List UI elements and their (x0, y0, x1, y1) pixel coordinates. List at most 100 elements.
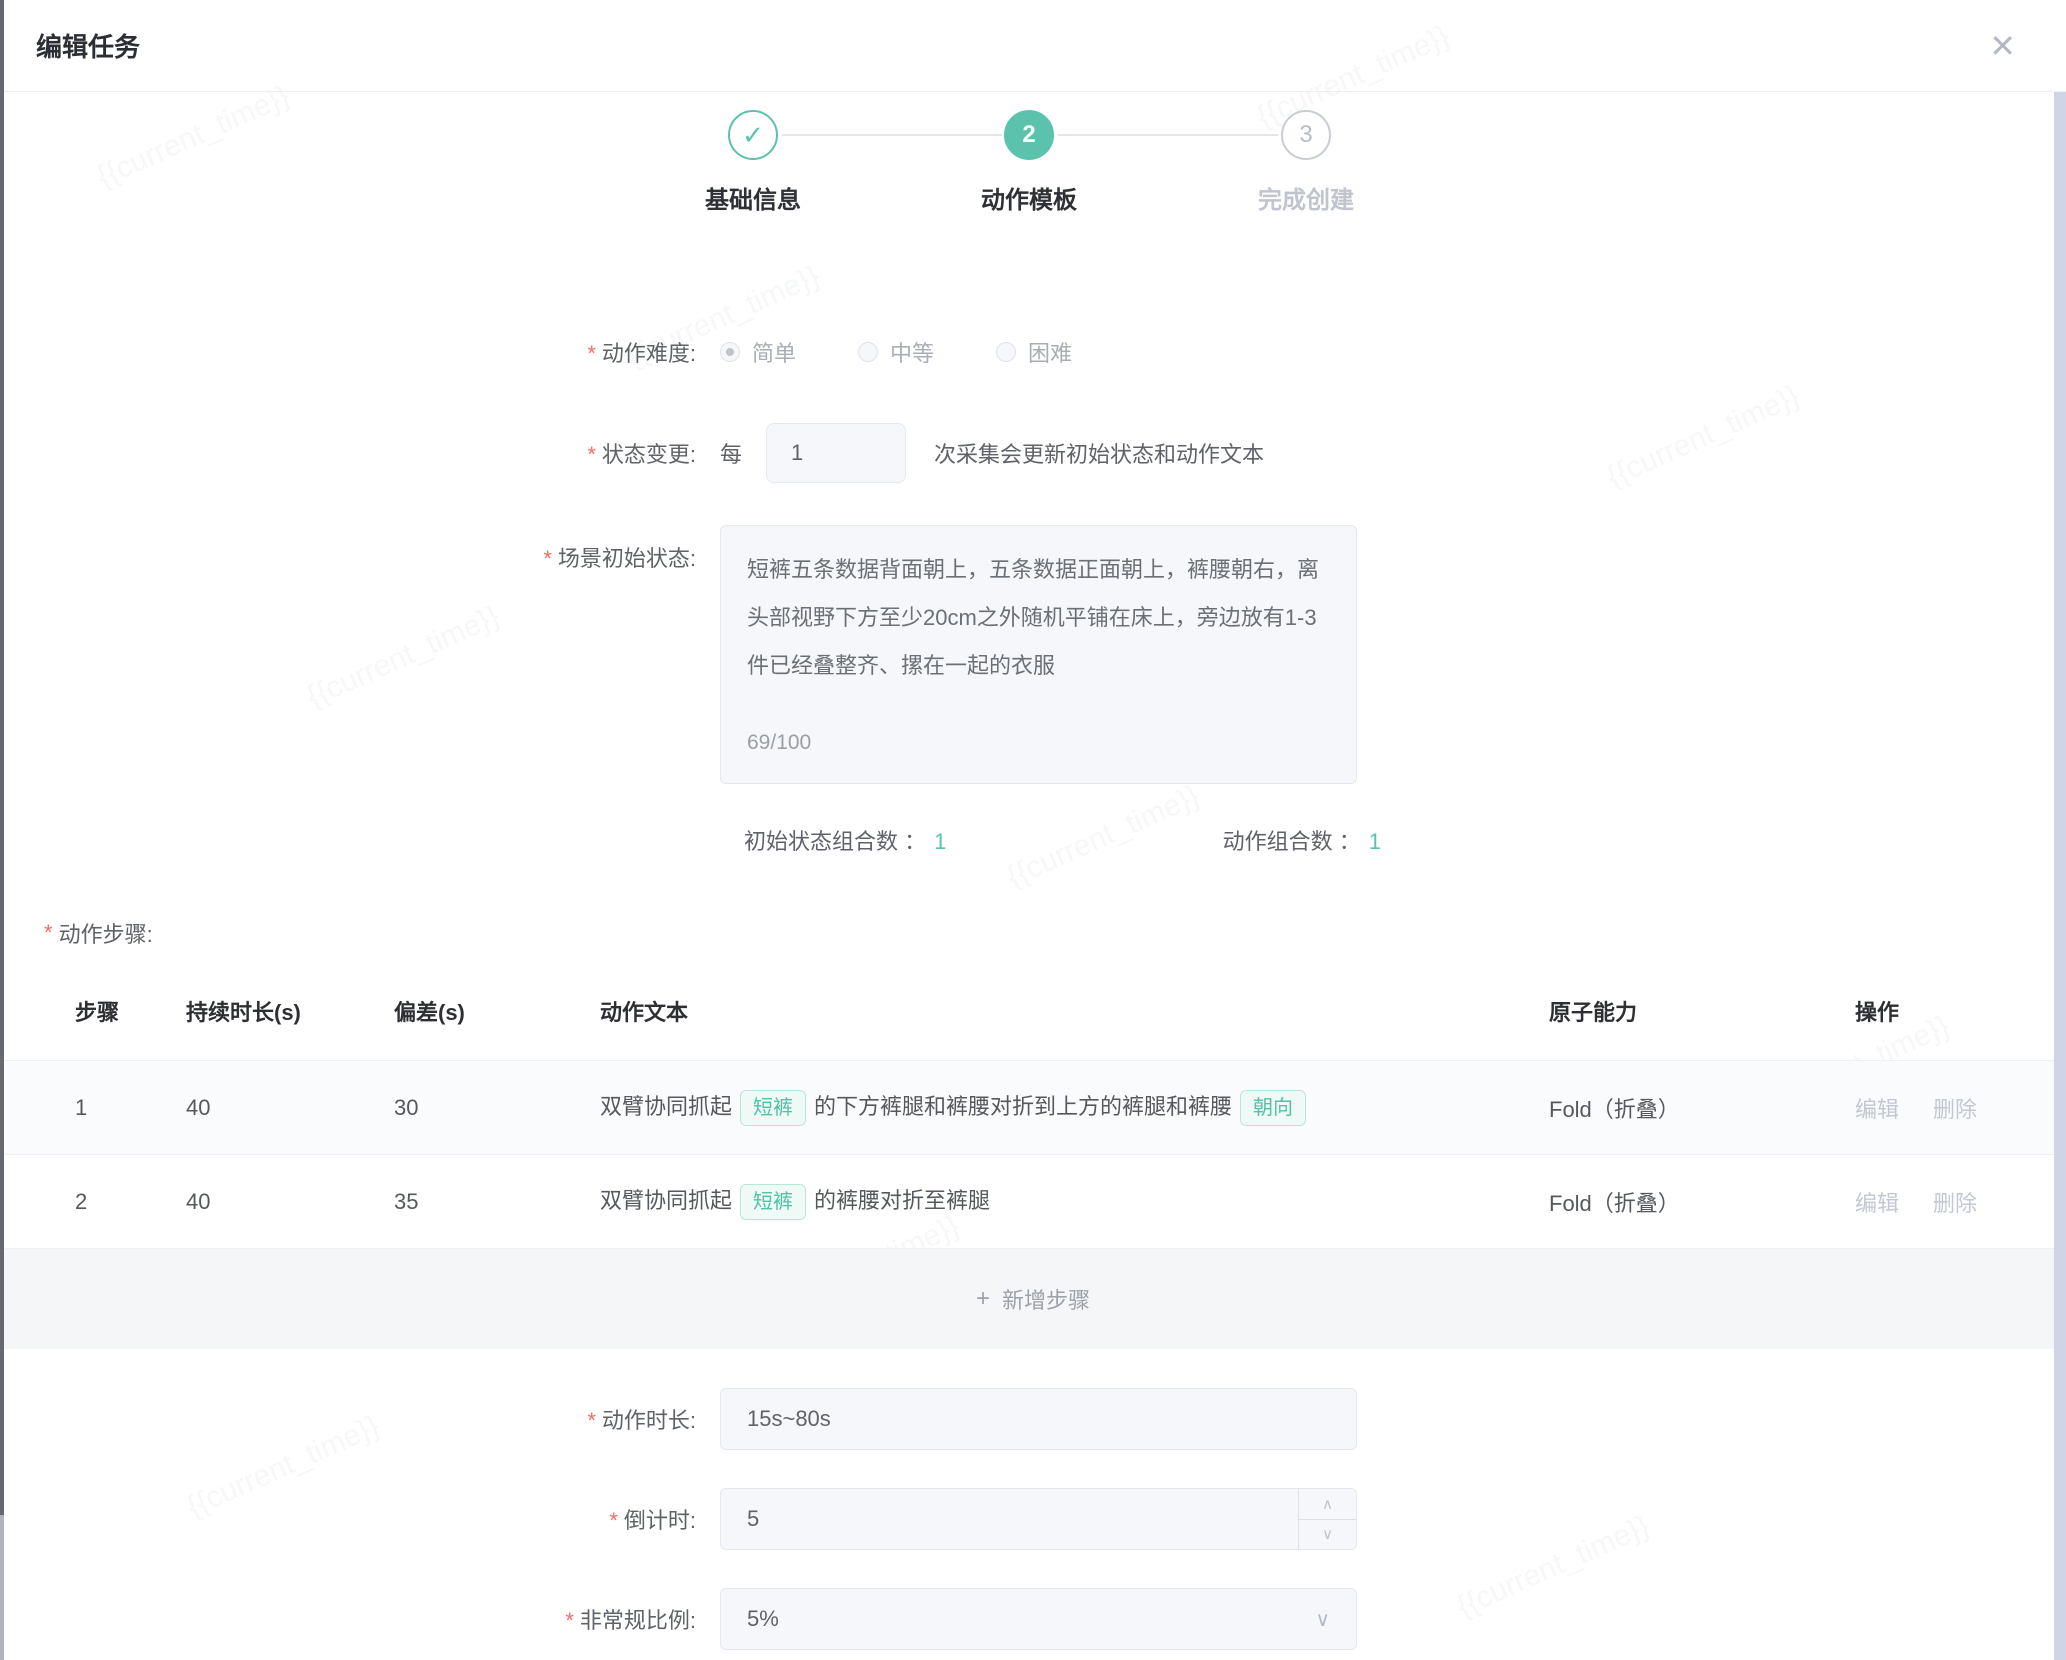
col-action-text: 动作文本 (600, 995, 1549, 1027)
duration-value: 15s~80s (747, 1406, 831, 1432)
cell-ability: Fold（折叠） (1549, 1092, 1855, 1124)
initial-combo-count: 初始状态组合数 ：1 (744, 824, 946, 856)
step-connector (1058, 134, 1278, 136)
step-wizard: ✓ 基础信息 2 动作模板 3 完成创建 (0, 92, 2066, 242)
page-edge-left (0, 0, 4, 1515)
add-step-label: 新增步骤 (1002, 1283, 1090, 1315)
spinner-down-button[interactable]: ∨ (1299, 1519, 1356, 1550)
modal-header: 编辑任务 ✕ (0, 0, 2066, 92)
radio-icon (720, 342, 740, 362)
col-ability: 原子能力 (1549, 995, 1855, 1027)
difficulty-label: *动作难度: (0, 336, 696, 368)
radio-easy[interactable]: 简单 (720, 336, 796, 368)
check-icon: ✓ (742, 120, 764, 151)
countdown-value: 5 (747, 1506, 759, 1532)
duration-input[interactable]: 15s~80s (720, 1388, 1357, 1450)
initial-state-text: 短裤五条数据背面朝上，五条数据正面朝上，裤腰朝右，离头部视野下方至少20cm之外… (747, 546, 1330, 690)
radio-medium-label: 中等 (890, 336, 934, 368)
cell-action-text: 双臂协同抓起短裤的下方裤腿和裤腰对折到上方的裤腿和裤腰朝向 (600, 1089, 1549, 1126)
col-deviation: 偏差(s) (394, 995, 600, 1027)
step-2-label: 动作模板 (909, 180, 1149, 215)
radio-hard-label: 困难 (1028, 336, 1072, 368)
step-3-label: 完成创建 (1186, 180, 1426, 215)
col-step: 步骤 (75, 995, 186, 1027)
cell-operations: 编辑 删除 (1855, 1186, 2026, 1218)
initial-state-label: *场景初始状态: (0, 525, 696, 573)
unusual-ratio-select[interactable]: 5% ∨ (720, 1588, 1357, 1650)
spinner-up-button[interactable]: ∧ (1299, 1489, 1356, 1519)
step-1-label: 基础信息 (633, 180, 873, 215)
table-header: 步骤 持续时长(s) 偏差(s) 动作文本 原子能力 操作 (0, 961, 2066, 1061)
radio-hard[interactable]: 困难 (996, 336, 1072, 368)
unusual-ratio-row: *非常规比例: 5% ∨ (0, 1588, 2066, 1650)
difficulty-row: *动作难度: 简单 中等 困难 (0, 330, 2066, 374)
radio-icon (996, 342, 1016, 362)
object-tag: 短裤 (740, 1090, 806, 1126)
radio-icon (858, 342, 878, 362)
combo-row: 初始状态组合数 ：1 动作组合数 ：1 (0, 820, 2066, 860)
orientation-tag: 朝向 (1240, 1090, 1306, 1126)
col-operations: 操作 (1855, 995, 2026, 1027)
unusual-ratio-label: *非常规比例: (0, 1603, 696, 1635)
cell-deviation: 30 (394, 1095, 600, 1121)
cell-step: 1 (75, 1095, 186, 1121)
required-mark: * (587, 442, 596, 467)
chevron-down-icon: ∨ (1322, 1525, 1333, 1543)
col-duration: 持续时长(s) (186, 995, 394, 1027)
add-step-button[interactable]: + 新增步骤 (0, 1249, 2066, 1349)
chevron-up-icon: ∧ (1322, 1495, 1333, 1513)
plus-icon: + (976, 1285, 990, 1313)
table-row: 1 40 30 双臂协同抓起短裤的下方裤腿和裤腰对折到上方的裤腿和裤腰朝向 Fo… (0, 1061, 2066, 1155)
radio-easy-label: 简单 (752, 336, 796, 368)
cell-step: 2 (75, 1189, 186, 1215)
delete-link[interactable]: 删除 (1933, 1097, 1977, 1122)
state-change-input[interactable]: 1 (766, 423, 906, 483)
step-3-number: 3 (1299, 121, 1312, 149)
state-change-suffix: 次采集会更新初始状态和动作文本 (934, 437, 1264, 469)
initial-state-textarea[interactable]: 短裤五条数据背面朝上，五条数据正面朝上，裤腰朝右，离头部视野下方至少20cm之外… (720, 525, 1357, 784)
action-combo-value[interactable]: 1 (1369, 829, 1381, 854)
page-edge-left-lower (0, 1515, 4, 1660)
step-1-circle: ✓ (728, 110, 778, 160)
countdown-input[interactable]: 5 ∧ ∨ (720, 1488, 1357, 1550)
cell-duration: 40 (186, 1095, 394, 1121)
initial-state-row: *场景初始状态: 短裤五条数据背面朝上，五条数据正面朝上，裤腰朝右，离头部视野下… (0, 525, 2066, 784)
initial-combo-value[interactable]: 1 (934, 829, 946, 854)
action-steps-table: 步骤 持续时长(s) 偏差(s) 动作文本 原子能力 操作 1 40 30 双臂… (0, 961, 2066, 1349)
select-chevron-down-icon: ∨ (1315, 1589, 1330, 1649)
radio-medium[interactable]: 中等 (858, 336, 934, 368)
edit-task-modal: {{current_time}} {{current_time}} {{curr… (0, 0, 2066, 1660)
state-change-row: *状态变更: 每 1 次采集会更新初始状态和动作文本 (0, 423, 2066, 483)
delete-link[interactable]: 删除 (1933, 1191, 1977, 1216)
action-combo-count: 动作组合数 ：1 (1223, 824, 1381, 856)
cell-deviation: 35 (394, 1189, 600, 1215)
countdown-label: *倒计时: (0, 1503, 696, 1535)
required-mark: * (609, 1508, 618, 1533)
state-change-label: *状态变更: (0, 437, 696, 469)
table-row: 2 40 35 双臂协同抓起短裤的裤腰对折至裤腿 Fold（折叠） 编辑 删除 (0, 1155, 2066, 1249)
countdown-row: *倒计时: 5 ∧ ∨ (0, 1488, 2066, 1550)
cell-duration: 40 (186, 1189, 394, 1215)
step-3-circle: 3 (1281, 110, 1331, 160)
cell-action-text: 双臂协同抓起短裤的裤腰对折至裤腿 (600, 1183, 1549, 1220)
close-icon[interactable]: ✕ (1989, 30, 2016, 62)
unusual-ratio-value: 5% (747, 1606, 779, 1632)
step-2-number: 2 (1022, 121, 1035, 149)
cell-ability: Fold（折叠） (1549, 1186, 1855, 1218)
duration-label: *动作时长: (0, 1403, 696, 1435)
edit-link[interactable]: 编辑 (1855, 1097, 1899, 1122)
char-counter: 69/100 (747, 719, 811, 767)
required-mark: * (565, 1608, 574, 1633)
page-edge-right-scrollbar[interactable] (2054, 92, 2066, 1660)
number-spinner: ∧ ∨ (1298, 1489, 1356, 1549)
edit-link[interactable]: 编辑 (1855, 1191, 1899, 1216)
step-connector (782, 134, 1002, 136)
required-mark: * (587, 1408, 596, 1433)
cell-operations: 编辑 删除 (1855, 1092, 2026, 1124)
modal-title: 编辑任务 (36, 27, 140, 64)
required-mark: * (587, 341, 596, 366)
state-change-prefix: 每 (720, 437, 742, 469)
duration-row: *动作时长: 15s~80s (0, 1388, 2066, 1450)
required-mark: * (543, 546, 552, 571)
step-2-circle: 2 (1004, 110, 1054, 160)
